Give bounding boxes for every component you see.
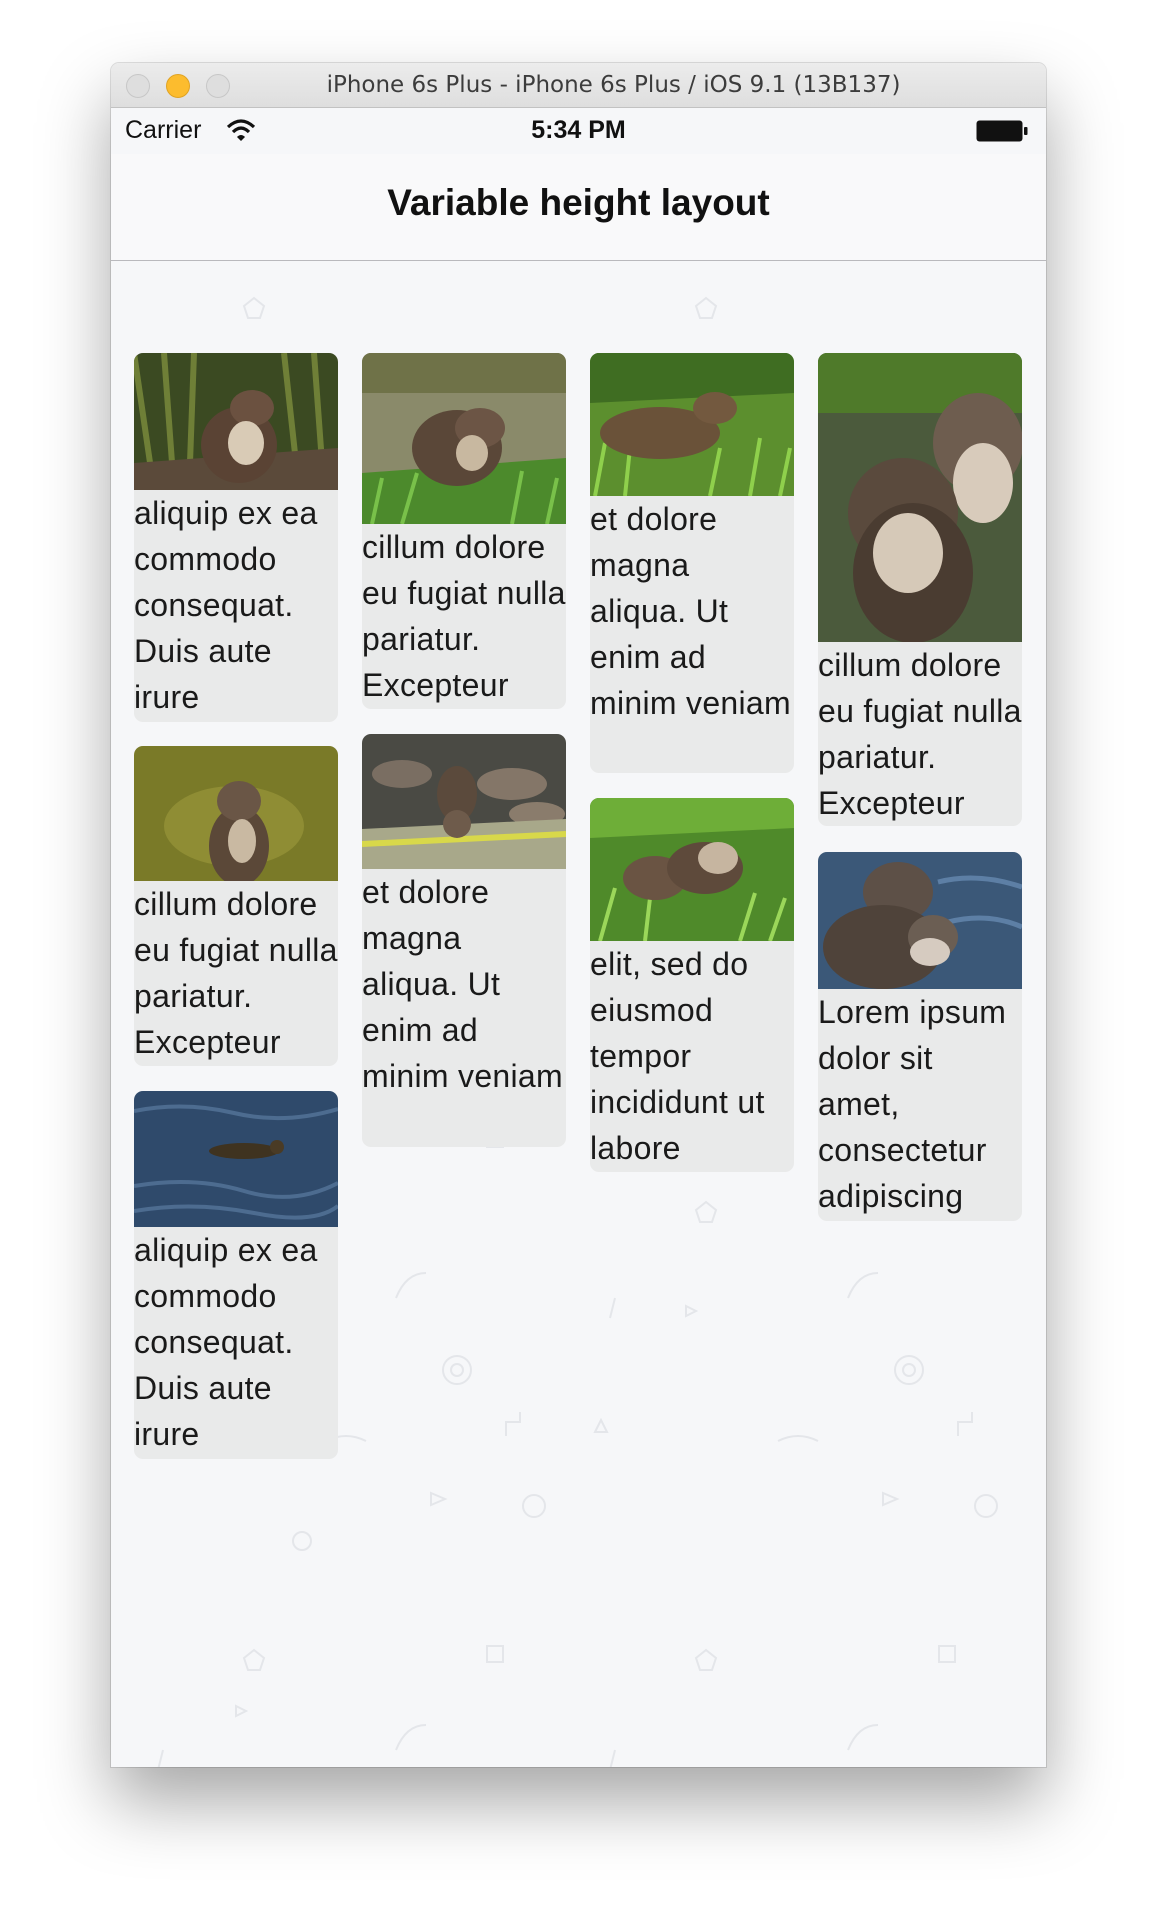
simulator-window: iPhone 6s Plus - iPhone 6s Plus / iOS 9.… <box>111 63 1046 1767</box>
collection-cell[interactable]: et dolore magna aliqua. Ut enim ad minim… <box>362 734 566 1147</box>
collection-cell[interactable]: aliquip ex ea commodo consequat. Duis au… <box>134 1091 338 1459</box>
collection-cell[interactable]: et dolore magna aliqua. Ut enim ad minim… <box>590 353 794 773</box>
cell-caption: et dolore magna aliqua. Ut enim ad minim… <box>362 874 563 1094</box>
otter-photo <box>362 353 566 524</box>
cell-caption: et dolore magna aliqua. Ut enim ad minim… <box>590 501 791 721</box>
otter-photo <box>134 746 338 881</box>
otter-photo <box>818 852 1022 989</box>
cell-caption: cillum dolore eu fugiat nulla pariatur. … <box>362 529 566 703</box>
collection-cell[interactable]: cillum dolore eu fugiat nulla pariatur. … <box>818 353 1022 826</box>
cell-caption: elit, sed do eiusmod tempor incididunt u… <box>590 946 765 1166</box>
collection-cell[interactable]: elit, sed do eiusmod tempor incididunt u… <box>590 798 794 1172</box>
collection-cell[interactable]: cillum dolore eu fugiat nulla pariatur. … <box>362 353 566 709</box>
device-screen: Carrier 5:34 PM Variable height layout a… <box>111 108 1046 1767</box>
otter-photo <box>590 798 794 941</box>
window-title: iPhone 6s Plus - iPhone 6s Plus / iOS 9.… <box>326 72 901 98</box>
collection-cell[interactable]: cillum dolore eu fugiat nulla pariatur. … <box>134 746 338 1066</box>
otter-photo <box>134 1091 338 1227</box>
otter-photo <box>134 353 338 490</box>
collection-cell[interactable]: aliquip ex ea commodo consequat. Duis au… <box>134 353 338 722</box>
otter-photo <box>590 353 794 496</box>
collection-grid: aliquip ex ea commodo consequat. Duis au… <box>111 108 1046 1767</box>
cell-caption: cillum dolore eu fugiat nulla pariatur. … <box>818 647 1022 821</box>
otter-photo <box>818 353 1022 642</box>
cell-caption: Lorem ipsum dolor sit amet, consectetur … <box>818 994 1007 1214</box>
cell-caption: cillum dolore eu fugiat nulla pariatur. … <box>134 886 338 1060</box>
window-titlebar: iPhone 6s Plus - iPhone 6s Plus / iOS 9.… <box>111 63 1046 108</box>
cell-caption: aliquip ex ea commodo consequat. Duis au… <box>134 495 318 715</box>
cell-caption: aliquip ex ea commodo consequat. Duis au… <box>134 1232 318 1452</box>
otter-photo <box>362 734 566 869</box>
collection-cell[interactable]: Lorem ipsum dolor sit amet, consectetur … <box>818 852 1022 1221</box>
